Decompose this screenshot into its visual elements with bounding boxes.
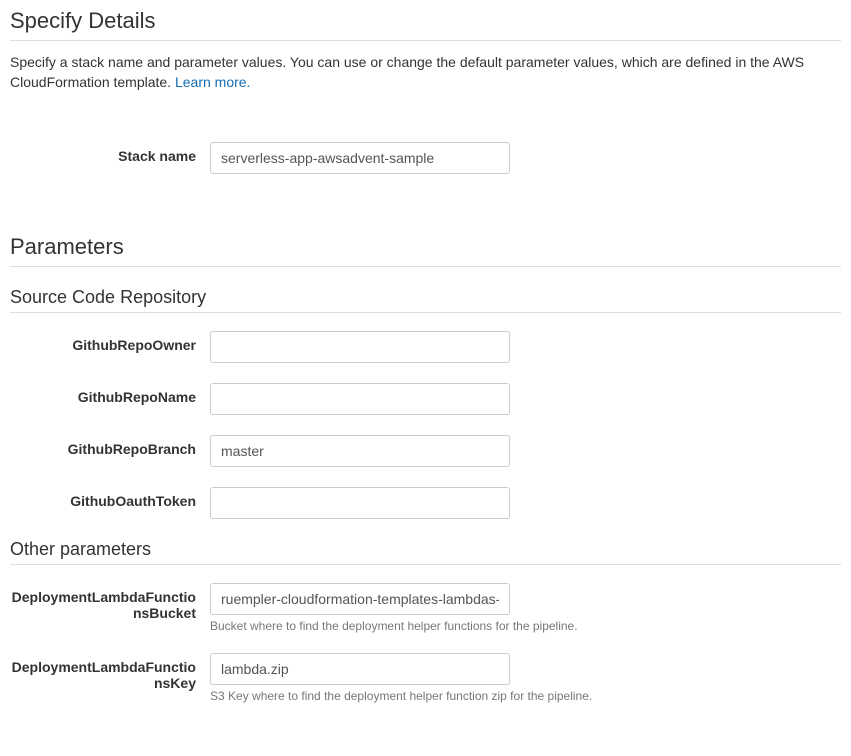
github-oauth-token-label: GithubOauthToken: [10, 487, 210, 509]
github-repo-owner-row: GithubRepoOwner: [10, 331, 841, 363]
github-oauth-token-input[interactable]: [210, 487, 510, 519]
stack-name-label: Stack name: [10, 142, 210, 164]
github-repo-name-input[interactable]: [210, 383, 510, 415]
page-title: Specify Details: [10, 8, 841, 41]
description-text: Specify a stack name and parameter value…: [10, 54, 804, 90]
github-oauth-token-row: GithubOauthToken: [10, 487, 841, 519]
github-repo-owner-input[interactable]: [210, 331, 510, 363]
parameters-title: Parameters: [10, 234, 841, 267]
lambda-bucket-help: Bucket where to find the deployment help…: [210, 619, 578, 633]
github-repo-owner-label: GithubRepoOwner: [10, 331, 210, 353]
github-repo-name-label: GithubRepoName: [10, 383, 210, 405]
stack-name-input[interactable]: [210, 142, 510, 174]
other-params-title: Other parameters: [10, 539, 841, 565]
source-repo-title: Source Code Repository: [10, 287, 841, 313]
lambda-bucket-row: DeploymentLambdaFunctionsBucket Bucket w…: [10, 583, 841, 633]
lambda-key-label: DeploymentLambdaFunctionsKey: [10, 653, 210, 691]
stack-name-row: Stack name: [10, 142, 841, 174]
lambda-key-row: DeploymentLambdaFunctionsKey S3 Key wher…: [10, 653, 841, 703]
github-repo-branch-label: GithubRepoBranch: [10, 435, 210, 457]
lambda-bucket-label: DeploymentLambdaFunctionsBucket: [10, 583, 210, 621]
learn-more-link[interactable]: Learn more.: [175, 74, 250, 90]
lambda-key-input[interactable]: [210, 653, 510, 685]
github-repo-branch-row: GithubRepoBranch: [10, 435, 841, 467]
lambda-key-help: S3 Key where to find the deployment help…: [210, 689, 592, 703]
page-description: Specify a stack name and parameter value…: [10, 53, 841, 92]
github-repo-branch-input[interactable]: [210, 435, 510, 467]
lambda-bucket-input[interactable]: [210, 583, 510, 615]
github-repo-name-row: GithubRepoName: [10, 383, 841, 415]
